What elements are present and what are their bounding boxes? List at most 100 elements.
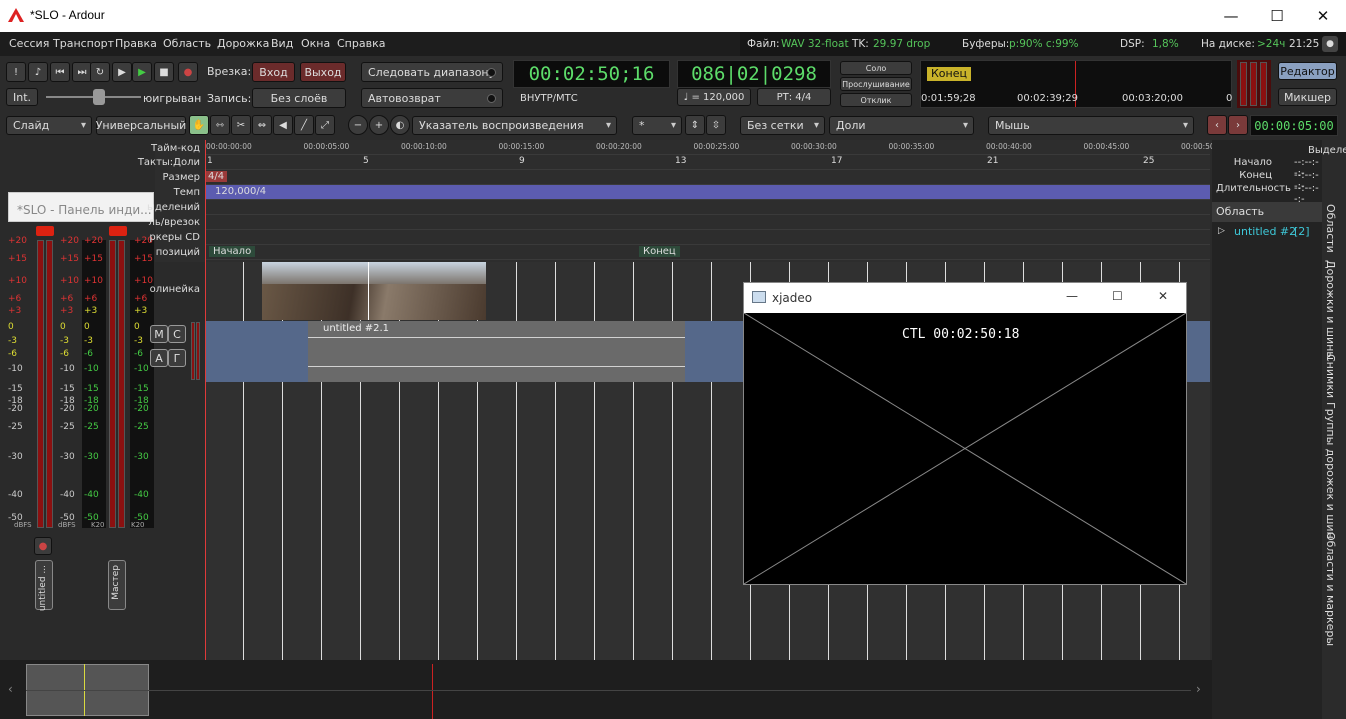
menu-help[interactable]: Справка — [337, 37, 385, 50]
record-indicator-icon[interactable]: ● — [1322, 36, 1338, 52]
menu-region[interactable]: Область — [163, 37, 211, 50]
zoom-out-icon[interactable]: − — [348, 115, 368, 135]
playhead[interactable] — [205, 140, 206, 660]
loop-punch-ruler[interactable] — [205, 215, 1210, 230]
expand-tracks-icon[interactable]: ⇳ — [706, 115, 726, 135]
primary-clock[interactable]: 00:02:50;16 — [513, 60, 670, 88]
ripple-mode-select[interactable]: Универсальный — [96, 116, 186, 135]
menu-session[interactable]: Сессия — [9, 37, 49, 50]
tempo-ruler[interactable]: 120,000/4 — [205, 185, 1210, 200]
expand-triangle-icon[interactable]: ▷ — [1218, 226, 1225, 236]
range-tool-icon[interactable]: ⇿ — [210, 115, 230, 135]
grab-tool-icon[interactable]: ✋ — [189, 115, 209, 135]
scroll-left-icon[interactable]: ‹ — [8, 682, 13, 696]
midi-panic-icon[interactable]: ♪ — [28, 62, 48, 82]
follow-range-button[interactable]: Следовать диапазону — [361, 62, 503, 82]
mute-button[interactable]: М — [150, 325, 168, 343]
content-tool-icon[interactable]: ⤢ — [315, 115, 335, 135]
minimize-button[interactable]: — — [1208, 0, 1254, 32]
editor-summary[interactable]: ‹ › — [0, 660, 1212, 719]
strip-record-icon[interactable]: ● — [34, 537, 52, 555]
loop-icon[interactable]: ↻ — [90, 62, 110, 82]
autoreturn-led-icon — [487, 93, 496, 103]
range-ruler[interactable] — [205, 200, 1210, 215]
tempo-marker[interactable]: 120,000/4 — [215, 186, 266, 197]
mini-timeline[interactable]: Конец 0:01:59;28 00:02:39;29 00:03:20;00… — [920, 60, 1232, 108]
maximize-button[interactable]: ☐ — [1254, 0, 1300, 32]
tab-track-groups[interactable]: Группы дорожек и шин — [1324, 402, 1337, 539]
zoom-focus-select[interactable]: Указатель воспроизведения — [412, 116, 617, 135]
nudge-clock[interactable]: 00:00:05:00 — [1250, 115, 1338, 136]
strip-name-button-1[interactable]: untitled ... — [35, 560, 53, 611]
location-ruler[interactable]: Начало Конец — [205, 245, 1210, 260]
tab-regions[interactable]: Области — [1324, 204, 1337, 253]
audition-tool-icon[interactable]: ◀ — [273, 115, 293, 135]
stretch-tool-icon[interactable]: ⇔ — [252, 115, 272, 135]
scroll-right-icon[interactable]: › — [1196, 682, 1201, 696]
play-range-icon[interactable]: ▶ — [112, 62, 132, 82]
nudge-forward-icon[interactable]: › — [1228, 115, 1248, 135]
nudge-select[interactable]: * — [632, 116, 682, 135]
close-button[interactable]: ✕ — [1300, 0, 1346, 32]
tab-snapshots[interactable]: Снимки — [1324, 354, 1337, 398]
audition-button[interactable]: Прослушивание — [840, 77, 912, 91]
shuttle-knob[interactable] — [93, 89, 105, 105]
draw-tool-icon[interactable]: ╱ — [294, 115, 314, 135]
play-icon[interactable]: ▶ — [132, 62, 152, 82]
tab-ranges-markers[interactable]: Области и маркеры — [1324, 532, 1337, 646]
autoreturn-button[interactable]: Автовозврат — [361, 88, 503, 108]
solo-button[interactable]: Соло — [840, 61, 912, 75]
punch-out-button[interactable]: Выход — [300, 62, 346, 82]
nudge-back-icon[interactable]: ‹ — [1207, 115, 1227, 135]
xjadeo-minimize-button[interactable]: — — [1066, 289, 1078, 303]
tempo-button[interactable]: ♩ = 120,000 — [677, 88, 751, 106]
shrink-tracks-icon[interactable]: ⇕ — [685, 115, 705, 135]
secondary-clock[interactable]: 086|02|0298 — [677, 60, 831, 88]
menu-transport[interactable]: Транспорт — [53, 37, 114, 50]
start-marker[interactable]: Начало — [209, 246, 256, 257]
int-button[interactable]: Int. — [6, 88, 38, 106]
edit-mode-select[interactable]: Слайд — [6, 116, 92, 135]
zoom-session-icon[interactable]: ◐ — [390, 115, 410, 135]
regions-header[interactable]: Область — [1212, 202, 1322, 222]
layers-button[interactable]: Без слоёв — [252, 88, 346, 108]
feedback-button[interactable]: Отклик — [840, 93, 912, 107]
strip-name-button-2[interactable]: Мастер — [108, 560, 126, 610]
editor-button[interactable]: Редактор — [1278, 62, 1337, 80]
goto-start-icon[interactable]: ⏮ — [50, 62, 70, 82]
zoom-in-icon[interactable]: + — [369, 115, 389, 135]
record-icon[interactable]: ● — [178, 62, 198, 82]
xjadeo-close-button[interactable]: ✕ — [1158, 289, 1168, 303]
mixer-button[interactable]: Микшер — [1278, 88, 1337, 106]
stop-icon[interactable]: ■ — [154, 62, 174, 82]
meter-ruler[interactable]: 4/4 — [205, 170, 1210, 185]
cd-marker-ruler[interactable] — [205, 230, 1210, 245]
punch-in-button[interactable]: Вход — [252, 62, 295, 82]
grid-type-select[interactable]: Без сетки — [740, 116, 825, 135]
goto-end-icon[interactable]: ⏭ — [72, 62, 92, 82]
menu-window[interactable]: Окна — [301, 37, 330, 50]
meter-button[interactable]: РТ: 4/4 — [757, 88, 831, 106]
solo-track-button[interactable]: С — [168, 325, 186, 343]
xjadeo-maximize-button[interactable]: ☐ — [1112, 289, 1123, 303]
menu-view[interactable]: Вид — [271, 37, 293, 50]
cut-tool-icon[interactable]: ✂ — [231, 115, 251, 135]
menu-edit[interactable]: Правка — [115, 37, 157, 50]
peak-indicator-1[interactable] — [36, 226, 54, 236]
meter-marker[interactable]: 4/4 — [205, 171, 228, 182]
automation-button[interactable]: А — [150, 349, 168, 367]
peak-indicator-2[interactable] — [109, 226, 127, 236]
group-button[interactable]: Г — [168, 349, 186, 367]
region-list-item[interactable]: untitled #2 — [1234, 225, 1296, 238]
menu-track[interactable]: Дорожка — [217, 37, 269, 50]
audio-region[interactable]: untitled #2.1 — [308, 321, 685, 382]
timecode-ruler[interactable]: 00:00:00:00 00:00:05:00 00:00:10:00 00:00:1… — [205, 140, 1215, 155]
end-marker[interactable]: Конец — [639, 246, 680, 257]
edit-point-select[interactable]: Мышь — [988, 116, 1194, 135]
clock-mode: ВНУТР/МТС — [520, 93, 578, 104]
bbt-ruler[interactable]: 1 5 9 13 17 21 25 — [205, 155, 1210, 170]
tab-tracks-busses[interactable]: Дорожки и шины — [1324, 260, 1337, 360]
clock-time: 21:25 — [1289, 38, 1320, 50]
panic-icon[interactable]: ! — [6, 62, 26, 82]
grid-unit-select[interactable]: Доли — [829, 116, 974, 135]
